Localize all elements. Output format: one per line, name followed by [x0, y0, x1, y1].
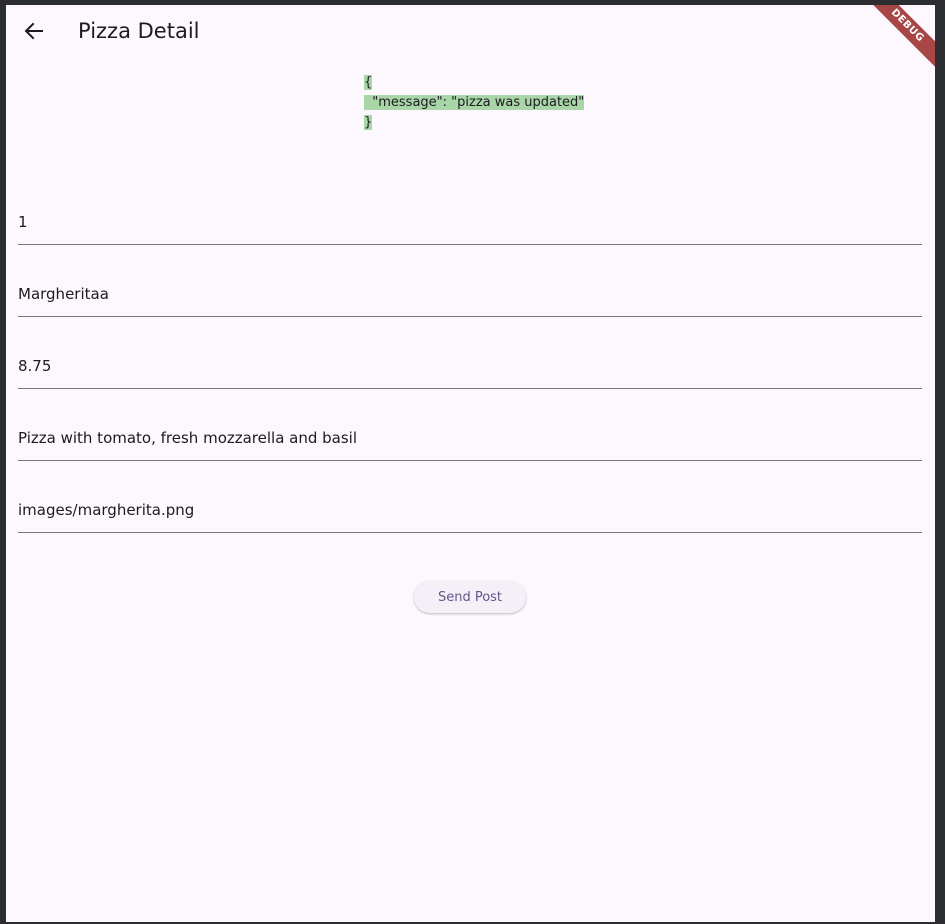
id-field[interactable]	[18, 204, 922, 245]
arrow-left-icon	[24, 21, 44, 45]
send-post-button[interactable]: Send Post	[414, 581, 526, 613]
description-input[interactable]	[18, 420, 922, 456]
response-close-brace: }	[364, 115, 373, 130]
price-input[interactable]	[18, 348, 922, 384]
id-input[interactable]	[18, 204, 922, 240]
price-field[interactable]	[18, 348, 922, 389]
app-window: Pizza Detail DEBUG { "message": "pizza w…	[6, 5, 935, 922]
response-open-brace: {	[364, 75, 373, 90]
app-bar: Pizza Detail	[6, 5, 935, 61]
image-url-field[interactable]	[18, 492, 922, 533]
image-url-input[interactable]	[18, 492, 922, 528]
description-field[interactable]	[18, 420, 922, 461]
back-button[interactable]	[18, 13, 50, 53]
response-body: "message": "pizza was updated"	[364, 95, 585, 110]
pizza-name-field[interactable]	[18, 276, 922, 317]
page-title: Pizza Detail	[78, 19, 200, 43]
response-message: { "message": "pizza was updated" }	[364, 73, 585, 133]
pizza-name-input[interactable]	[18, 276, 922, 312]
